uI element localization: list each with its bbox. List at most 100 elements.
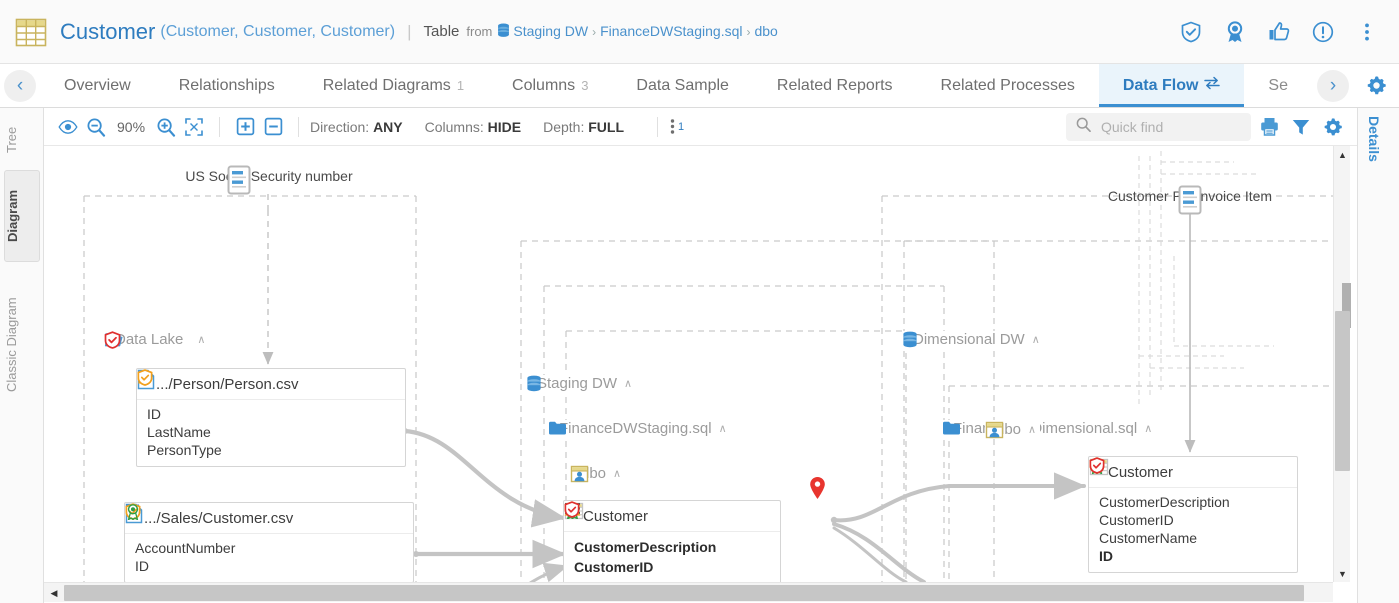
node-columns: CustomerDescription CustomerID CustomerN…	[1089, 488, 1297, 572]
scroll-left-arrow-icon[interactable]: ◀	[44, 583, 64, 603]
column-row[interactable]: CustomerDescription	[574, 537, 770, 557]
thumbs-up-icon[interactable]	[1267, 20, 1291, 44]
columns-filter[interactable]: Columns: HIDE	[425, 119, 521, 135]
vertical-scrollbar[interactable]: ▲ ▼	[1333, 146, 1350, 582]
group-collapse-chevron-icon[interactable]: ∧	[613, 467, 621, 480]
more-options-badge: 1	[678, 121, 684, 133]
column-row[interactable]: ID	[135, 557, 403, 575]
column-row[interactable]: CustomerDescription	[1099, 493, 1287, 511]
free-node-customer-po-invoice-item[interactable]: Customer PO Invoice Item	[1172, 184, 1208, 204]
rail-item-classic-diagram[interactable]: Classic Diagram	[4, 270, 40, 420]
from-label: from	[466, 24, 492, 39]
column-row[interactable]: CustomerName	[1099, 529, 1287, 547]
tab-relationships[interactable]: Relationships	[155, 64, 299, 107]
tabs-scroll-right-button[interactable]: ›	[1313, 70, 1353, 102]
search-input[interactable]	[1099, 118, 1234, 136]
horizontal-scrollbar[interactable]: ◀ ▶	[44, 582, 1350, 602]
shield-check-icon[interactable]	[1179, 20, 1203, 44]
certification-icon[interactable]	[1223, 20, 1247, 44]
node-title: .../Sales/Customer.csv	[144, 510, 293, 527]
column-name: CustomerID	[1099, 512, 1174, 528]
column-name: ID	[135, 558, 149, 574]
column-row[interactable]: ID	[1099, 547, 1287, 565]
node-sales-customer-csv[interactable]: .../Sales/Customer.csv AccountNumber ID	[124, 502, 414, 582]
direction-label: Direction:	[310, 119, 369, 135]
filter-icon[interactable]	[1287, 113, 1315, 141]
rail-item-details[interactable]: Details	[1366, 116, 1382, 162]
column-name: CustomerDescription	[574, 539, 716, 555]
fit-to-screen-icon[interactable]	[180, 113, 208, 141]
rail-item-tree[interactable]: Tree	[4, 114, 40, 166]
chevron-right-icon: ›	[1317, 70, 1349, 102]
tab-data-flow[interactable]: Data Flow	[1099, 64, 1245, 107]
group-collapse-chevron-icon[interactable]: ∧	[197, 333, 205, 346]
quick-find-box[interactable]	[1066, 113, 1251, 141]
tab-related-diagrams[interactable]: Related Diagrams 1	[299, 64, 488, 107]
depth-filter[interactable]: Depth: FULL	[543, 119, 624, 135]
expand-all-icon[interactable]	[231, 113, 259, 141]
tabs-scroll-left-button[interactable]: ‹	[0, 64, 40, 107]
column-row[interactable]: CustomerID	[574, 557, 770, 577]
direction-filter[interactable]: Direction: ANY	[310, 119, 403, 135]
tab-related-reports[interactable]: Related Reports	[753, 64, 917, 107]
eye-icon[interactable]	[54, 113, 82, 141]
group-collapse-chevron-icon[interactable]: ∧	[1144, 422, 1152, 435]
header-actions	[1179, 20, 1385, 44]
details-rail: Details	[1357, 108, 1399, 603]
column-row[interactable]: LastName	[147, 423, 395, 441]
scroll-up-arrow-icon[interactable]: ▲	[1334, 146, 1351, 163]
node-header[interactable]: Customer	[1089, 457, 1297, 488]
node-header[interactable]: .../Sales/Customer.csv	[125, 503, 413, 534]
group-label-text: Data Lake	[115, 331, 183, 348]
breadcrumb-item-1[interactable]: FinanceDWStaging.sql	[600, 23, 742, 39]
breadcrumb-item-2[interactable]: dbo	[754, 23, 777, 39]
horizontal-scroll-thumb[interactable]	[64, 585, 1304, 601]
gear-icon[interactable]	[1319, 113, 1347, 141]
collapse-all-icon[interactable]	[259, 113, 287, 141]
tab-label: Data Sample	[636, 77, 729, 95]
column-name: PersonType	[147, 442, 222, 458]
group-label-dimensional-dbo-real[interactable]: dbo ∧	[985, 421, 1040, 438]
tab-count: 1	[457, 78, 464, 93]
group-label-data-lake[interactable]: Data Lake ∧	[104, 331, 209, 348]
tab-data-sample[interactable]: Data Sample	[612, 64, 753, 107]
rail-item-diagram[interactable]: Diagram	[4, 170, 40, 262]
zoom-in-icon[interactable]	[152, 113, 180, 141]
breadcrumb-item-0[interactable]: Staging DW	[513, 23, 588, 39]
tab-settings-button[interactable]	[1353, 75, 1399, 96]
print-icon[interactable]	[1255, 113, 1283, 141]
group-label-dimensional-dw[interactable]: Dimensional DW ∧	[902, 331, 1044, 348]
scroll-down-arrow-icon[interactable]: ▼	[1334, 565, 1351, 582]
zoom-out-icon[interactable]	[82, 113, 110, 141]
node-header[interactable]: Customer	[564, 501, 780, 532]
tab-overview[interactable]: Overview	[40, 64, 155, 107]
data-flow-canvas[interactable]: Data Lake ∧ Staging DW ∧ FinanceDWStagin…	[44, 146, 1340, 582]
column-row[interactable]: ID	[147, 405, 395, 423]
column-row[interactable]: AccountNumber	[135, 539, 403, 557]
breadcrumb[interactable]: Staging DW›FinanceDWStaging.sql›dbo	[497, 23, 777, 41]
tab-columns[interactable]: Columns 3	[488, 64, 612, 107]
group-collapse-chevron-icon[interactable]: ∧	[1032, 333, 1040, 346]
column-row[interactable]: CustomerID	[1099, 511, 1287, 529]
free-node-us-social-security-number[interactable]: US Social Security number	[221, 164, 317, 184]
group-label-staging-dbo[interactable]: dbo ∧	[570, 465, 625, 482]
group-collapse-chevron-icon[interactable]: ∧	[624, 377, 632, 390]
group-label-finance-dw-dimensional[interactable]: FinanceDWDimensional.sql ∧	[942, 420, 1156, 437]
node-person-csv[interactable]: .../Person/Person.csv ID LastName	[136, 368, 406, 467]
group-label-text: Staging DW	[537, 375, 617, 392]
node-dimensional-customer[interactable]: Customer CustomerDescription CustomerID	[1088, 456, 1298, 573]
node-staging-customer[interactable]: Customer CustomerDescription CustomerID	[563, 500, 781, 582]
vertical-scroll-thumb[interactable]	[1335, 311, 1350, 471]
tab-bar: ‹ Overview Relationships Related Diagram…	[0, 64, 1399, 108]
group-collapse-chevron-icon[interactable]: ∧	[719, 422, 727, 435]
warning-circle-icon[interactable]	[1311, 20, 1335, 44]
column-row[interactable]: PersonType	[147, 441, 395, 459]
tab-security[interactable]: Se	[1244, 64, 1290, 107]
tab-related-processes[interactable]: Related Processes	[917, 64, 1099, 107]
group-label-finance-dw-staging[interactable]: FinanceDWStaging.sql ∧	[548, 420, 731, 437]
more-options-button[interactable]: 1	[669, 117, 684, 136]
group-label-staging-dw[interactable]: Staging DW ∧	[526, 375, 636, 392]
node-header[interactable]: .../Person/Person.csv	[137, 369, 405, 400]
group-collapse-chevron-icon[interactable]: ∧	[1028, 423, 1036, 436]
more-vertical-icon[interactable]	[1355, 20, 1379, 44]
